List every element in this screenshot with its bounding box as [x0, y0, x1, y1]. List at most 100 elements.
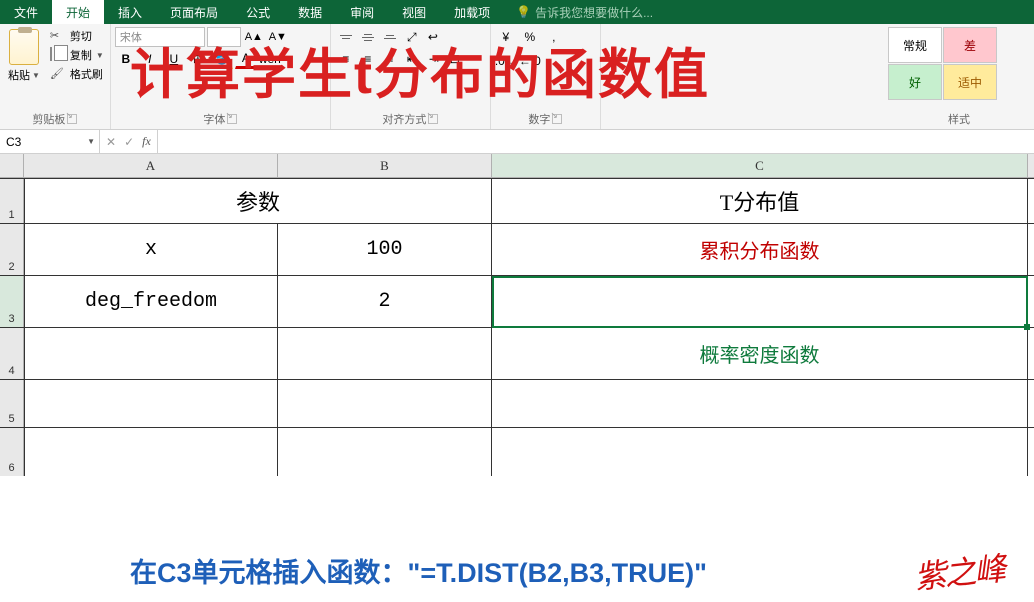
- row-header-2[interactable]: 2: [0, 224, 24, 275]
- align-center-button[interactable]: ≡: [357, 49, 379, 69]
- cell-style-normal[interactable]: 常规: [888, 27, 942, 63]
- copy-button[interactable]: 复制 ▼: [48, 46, 106, 64]
- scissors-icon: ✂: [50, 29, 66, 43]
- cell-style-bad[interactable]: 差: [943, 27, 997, 63]
- italic-button[interactable]: I: [139, 49, 161, 69]
- group-styles: 常规 差 好 适中 样式: [884, 24, 1034, 129]
- decrease-indent-button[interactable]: ⇤: [401, 49, 423, 69]
- increase-indent-button[interactable]: ⇥: [423, 49, 445, 69]
- instruction-caption: 在C3单元格插入函数："=T.DIST(B2,B3,TRUE)": [130, 551, 707, 590]
- cut-button[interactable]: ✂剪切: [48, 27, 106, 45]
- align-left-button[interactable]: ≡: [335, 49, 357, 69]
- alignment-group-label: 对齐方式: [382, 111, 426, 127]
- copy-label: 复制: [70, 47, 92, 63]
- phonetic-button[interactable]: wén: [259, 49, 281, 69]
- row-header-6[interactable]: 6: [0, 428, 24, 476]
- cell-C1[interactable]: T分布值: [492, 179, 1028, 223]
- border-button[interactable]: ⊞: [187, 49, 209, 69]
- increase-decimal-button[interactable]: .0→: [495, 51, 517, 71]
- dialog-launcher-icon[interactable]: [67, 114, 77, 124]
- tab-view[interactable]: 视图: [388, 0, 440, 24]
- chevron-down-icon: ▼: [96, 51, 104, 60]
- dialog-launcher-icon[interactable]: [227, 114, 237, 124]
- cell-style-neutral[interactable]: 适中: [943, 64, 997, 100]
- cell-A4[interactable]: [24, 328, 278, 379]
- group-alignment: ⤢ ↩ ≡ ≡ ≡ ⇤ ⇥ ⊟ 对齐方式: [331, 24, 491, 129]
- column-headers: A B C: [0, 154, 1034, 178]
- select-all-corner[interactable]: [0, 154, 24, 177]
- row-header-4[interactable]: 4: [0, 328, 24, 379]
- tab-home[interactable]: 开始: [52, 0, 104, 24]
- cell-A2[interactable]: x: [24, 224, 278, 275]
- cell-A1-B1[interactable]: 参数: [24, 179, 492, 223]
- currency-button[interactable]: ¥: [495, 27, 517, 47]
- bulb-icon: 💡: [516, 5, 531, 19]
- group-font: 宋体 A▲ A▼ B I U ⊞ 🪣 A wén 字体: [111, 24, 331, 129]
- enter-icon[interactable]: ✓: [124, 135, 134, 149]
- tab-file[interactable]: 文件: [0, 0, 52, 24]
- align-top-button[interactable]: [335, 27, 357, 47]
- increase-font-button[interactable]: A▲: [243, 27, 265, 47]
- cell-style-good[interactable]: 好: [888, 64, 942, 100]
- name-box[interactable]: C3 ▼: [0, 130, 100, 153]
- bold-button[interactable]: B: [115, 49, 137, 69]
- cell-B3[interactable]: 2: [278, 276, 492, 327]
- group-clipboard: 粘贴▼ ✂剪切 复制▼ 🖌格式刷 剪贴板: [0, 24, 111, 129]
- cell-A5[interactable]: [24, 380, 278, 427]
- merge-center-button[interactable]: ⊟: [445, 49, 465, 69]
- formula-input[interactable]: [158, 130, 1034, 153]
- orientation-button[interactable]: ⤢: [401, 27, 423, 47]
- wrap-text-button[interactable]: ↩: [423, 27, 443, 47]
- tab-insert[interactable]: 插入: [104, 0, 156, 24]
- font-color-button[interactable]: A: [235, 49, 257, 69]
- cancel-icon[interactable]: ✕: [106, 135, 116, 149]
- cell-C3[interactable]: [492, 276, 1028, 327]
- paste-label: 粘贴: [8, 67, 30, 83]
- fill-color-button[interactable]: 🪣: [211, 49, 233, 69]
- number-group-label: 数字: [528, 111, 550, 127]
- tab-review[interactable]: 审阅: [336, 0, 388, 24]
- cell-C6[interactable]: [492, 428, 1028, 476]
- cell-B5[interactable]: [278, 380, 492, 427]
- tell-me-hint[interactable]: 💡 告诉我您想要做什么...: [504, 0, 665, 24]
- percent-button[interactable]: %: [519, 27, 541, 47]
- row-4: 4 概率密度函数: [0, 328, 1034, 380]
- ribbon: 粘贴▼ ✂剪切 复制▼ 🖌格式刷 剪贴板 宋体 A▲ A▼ B I U ⊞: [0, 24, 1034, 130]
- row-1: 1 参数 T分布值: [0, 178, 1034, 224]
- font-size-combo[interactable]: [207, 27, 241, 47]
- name-box-value: C3: [6, 135, 21, 149]
- align-right-button[interactable]: ≡: [379, 49, 401, 69]
- cell-A3[interactable]: deg_freedom: [24, 276, 278, 327]
- row-header-5[interactable]: 5: [0, 380, 24, 427]
- align-middle-button[interactable]: [357, 27, 379, 47]
- col-header-A[interactable]: A: [24, 154, 278, 177]
- cell-C5[interactable]: [492, 380, 1028, 427]
- tell-me-text: 告诉我您想要做什么...: [535, 4, 653, 21]
- col-header-C[interactable]: C: [492, 154, 1028, 177]
- cell-B4[interactable]: [278, 328, 492, 379]
- cell-C4[interactable]: 概率密度函数: [492, 328, 1028, 379]
- comma-button[interactable]: ,: [543, 27, 565, 47]
- dialog-launcher-icon[interactable]: [552, 114, 562, 124]
- align-bottom-button[interactable]: [379, 27, 401, 47]
- font-group-label: 字体: [203, 111, 225, 127]
- row-header-3[interactable]: 3: [0, 276, 24, 327]
- underline-button[interactable]: U: [163, 49, 185, 69]
- fx-icon[interactable]: fx: [142, 134, 151, 149]
- cell-C2[interactable]: 累积分布函数: [492, 224, 1028, 275]
- decrease-decimal-button[interactable]: ←.0: [519, 51, 541, 71]
- font-name-combo[interactable]: 宋体: [115, 27, 205, 47]
- col-header-B[interactable]: B: [278, 154, 492, 177]
- format-painter-button[interactable]: 🖌格式刷: [48, 65, 106, 83]
- decrease-font-button[interactable]: A▼: [267, 27, 289, 47]
- tab-formulas[interactable]: 公式: [232, 0, 284, 24]
- tab-data[interactable]: 数据: [284, 0, 336, 24]
- tab-page-layout[interactable]: 页面布局: [156, 0, 232, 24]
- cell-B2[interactable]: 100: [278, 224, 492, 275]
- row-header-1[interactable]: 1: [0, 179, 24, 223]
- cell-A6[interactable]: [24, 428, 278, 476]
- paste-button[interactable]: 粘贴▼: [4, 27, 44, 109]
- cell-B6[interactable]: [278, 428, 492, 476]
- tab-addins[interactable]: 加载项: [440, 0, 504, 24]
- dialog-launcher-icon[interactable]: [428, 114, 438, 124]
